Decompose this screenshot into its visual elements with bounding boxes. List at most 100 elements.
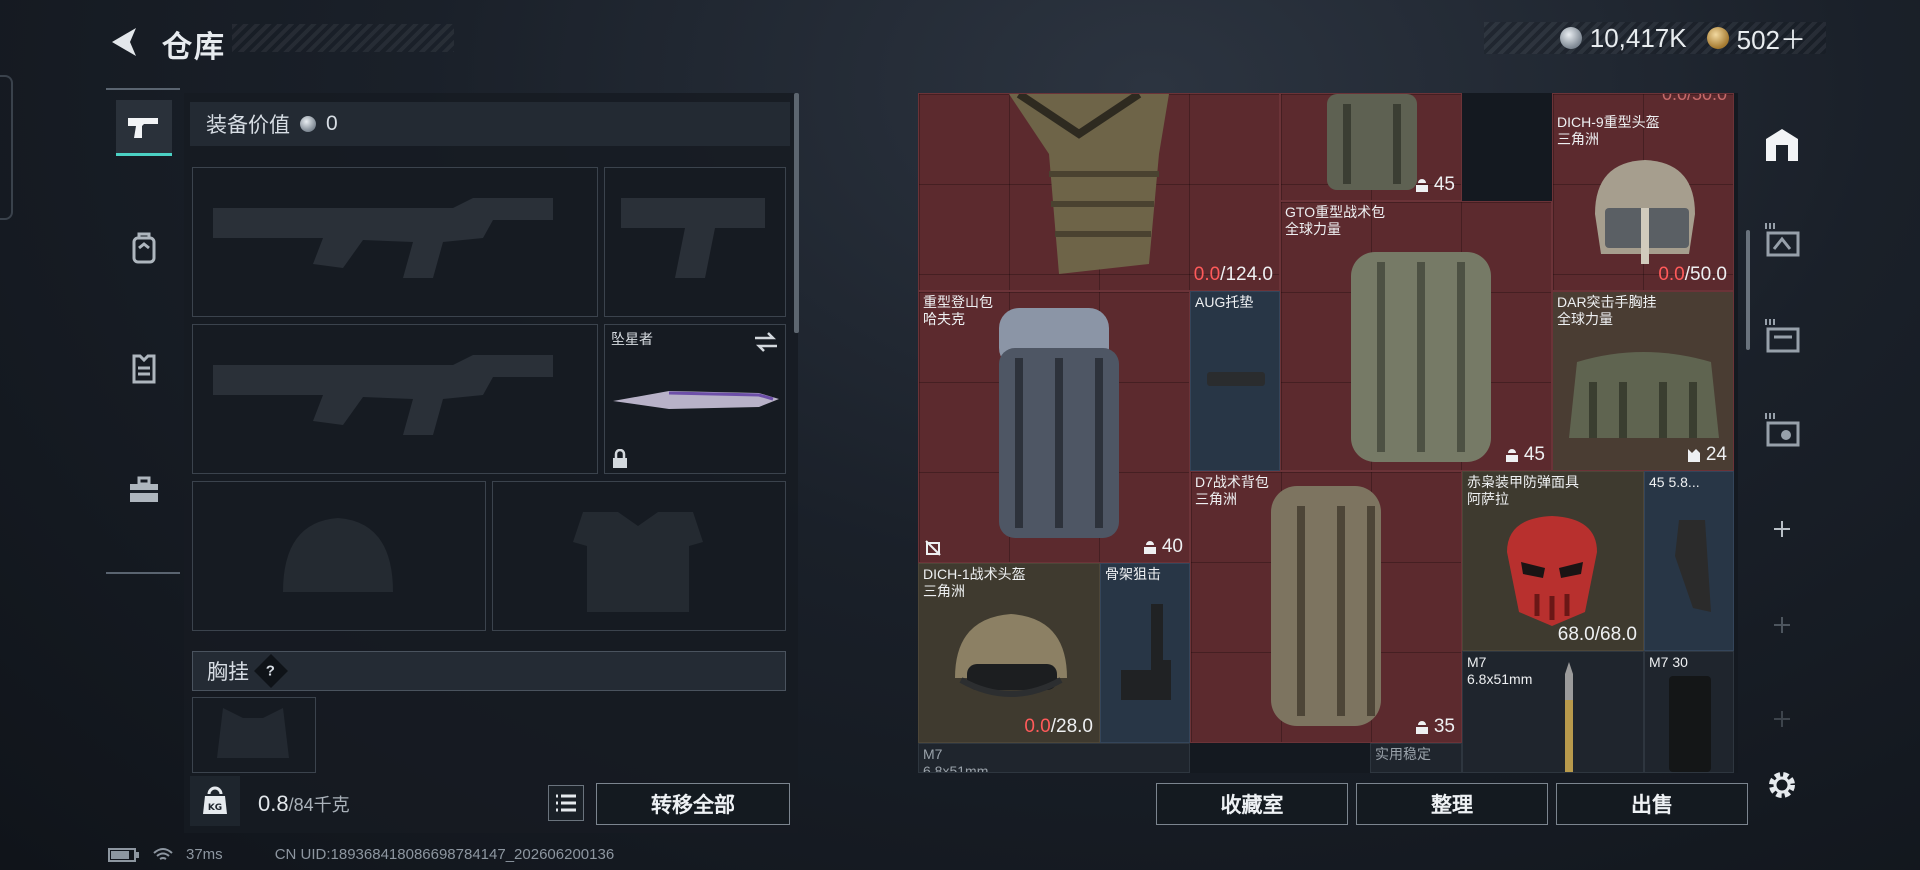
storage-item-45-mag[interactable]: 45 5.8... [1644, 471, 1734, 651]
add-page-button-3[interactable] [1758, 695, 1806, 743]
storage-item-red-mask[interactable]: 赤枭装甲防弹面具 阿萨拉 68.0/68.0 [1462, 471, 1644, 651]
storage-item-sniper-stock[interactable]: 骨架狙击 [1100, 563, 1190, 743]
storage-scrollbar[interactable] [1746, 230, 1750, 350]
mountain-pack-icon [999, 308, 1119, 538]
ping-readout: 37ms [186, 846, 223, 863]
list-icon [556, 794, 576, 812]
stock-icon [1121, 604, 1171, 700]
armor-item-icon [1009, 94, 1169, 274]
melee-label: 坠星者 [611, 331, 653, 347]
storage-item-dich1-helmet[interactable]: DICH-1战术头盔 三角洲 0.0/28.0 [918, 563, 1100, 743]
primary-weapon-slot[interactable] [192, 167, 598, 317]
equipment-value-bar: 装备价值 0 [190, 102, 790, 146]
rifle-silhouette-icon [213, 198, 553, 278]
settings-button[interactable] [1758, 761, 1806, 809]
storage-grid: 0.0/124.0 45 0.0/50.0 DICH-9重型头盔 三角洲 0.0… [918, 93, 1738, 773]
tab-gear[interactable] [116, 220, 172, 276]
rig-capacity-icon [1687, 449, 1700, 462]
storage-item-mountain-pack[interactable]: 重型登山包 哈夫克 40 [918, 291, 1190, 563]
tab-weapons[interactable] [116, 100, 172, 156]
storage-home-tab[interactable] [1758, 121, 1806, 169]
storage-pages-nav [1752, 93, 1812, 833]
melee-slot[interactable]: 坠星者 [604, 324, 786, 474]
armor-slot[interactable] [492, 481, 786, 631]
storage-page-1-tab[interactable] [1758, 215, 1806, 263]
pistol-icon [128, 117, 158, 138]
item-name: M7 6.8x51mm [923, 746, 989, 773]
category-rail [106, 88, 180, 574]
silver-amount: 10,417K [1589, 22, 1687, 53]
secondary-weapon-slot[interactable] [192, 324, 598, 474]
storage-item-aug-pad[interactable]: AUG托垫 [1190, 291, 1280, 471]
partial-durability-readout: 0.0/50.0 [1661, 93, 1727, 104]
storage-item-armor[interactable]: 0.0/124.0 [918, 93, 1280, 291]
storage-item-gto-bag[interactable]: GTO重型战术包 全球力量 45 [1280, 201, 1552, 471]
helmet-slot[interactable] [192, 481, 486, 631]
heavy-helmet-icon [1595, 160, 1695, 264]
tab-armor[interactable] [116, 340, 172, 396]
durability-readout: 0.0/50.0 [1658, 264, 1727, 285]
storage-item-m7-ammo[interactable]: M7 6.8x51mm [1462, 651, 1644, 773]
gold-amount[interactable]: 502＋ [1737, 20, 1806, 57]
heavy-backpack-icon [1351, 252, 1491, 462]
pistol-slot[interactable] [604, 167, 786, 317]
gear-icon [1769, 772, 1795, 798]
durability-readout: 0.0/28.0 [1024, 716, 1093, 737]
lock-icon [613, 449, 627, 468]
item-name: M7 6.8x51mm [1467, 654, 1533, 687]
page-title: 仓库 [162, 31, 226, 64]
capacity-readout: 40 [1142, 536, 1183, 558]
storage-item-stabilizer-partial[interactable]: 实用稳定 [1370, 743, 1462, 773]
item-name: DAR突击手胸挂 全球力量 [1557, 294, 1657, 327]
storage-page-2-tab[interactable] [1758, 311, 1806, 359]
list-view-button[interactable] [548, 785, 584, 821]
durability-readout: 68.0/68.0 [1557, 624, 1637, 645]
swap-icon[interactable] [753, 331, 779, 353]
storage-item-m7-mag[interactable]: M7 30 [1644, 651, 1734, 773]
svg-text:KG: KG [208, 803, 222, 813]
chest-rig-silhouette-icon [217, 708, 289, 758]
title-stripe [232, 24, 454, 52]
equip-value-label: 装备价值 [206, 114, 290, 137]
storage-item-m7-partial[interactable]: M7 6.8x51mm [918, 743, 1190, 773]
item-name: AUG托垫 [1195, 294, 1254, 310]
capacity-readout: 45 [1504, 444, 1545, 466]
item-name: 赤枭装甲防弹面具 阿萨拉 [1467, 474, 1579, 507]
storage-page-3-tab[interactable] [1758, 405, 1806, 453]
weight-current: 0.8 [258, 791, 289, 816]
add-page-button[interactable] [1758, 505, 1806, 553]
storage-item-dich9-helmet[interactable]: 0.0/50.0 DICH-9重型头盔 三角洲 0.0/50.0 [1552, 93, 1734, 291]
magazine-icon [1675, 520, 1711, 612]
chest-rig-slot[interactable] [192, 697, 316, 773]
item-name: D7战术背包 三角洲 [1195, 474, 1269, 507]
capacity-readout: 45 [1414, 174, 1455, 196]
storage-item-dar-rig[interactable]: DAR突击手胸挂 全球力量 24 [1552, 291, 1734, 471]
transfer-all-button[interactable]: 转移全部 [596, 783, 790, 825]
gold-coin-icon [1706, 27, 1729, 49]
help-icon[interactable]: ? [254, 654, 288, 688]
sort-button[interactable]: 整理 [1356, 783, 1548, 825]
item-name: 骨架狙击 [1105, 566, 1161, 582]
storage-item-bag[interactable]: 45 [1280, 93, 1462, 201]
tactical-helmet-icon [955, 614, 1067, 697]
item-name: DICH-1战术头盔 三角洲 [923, 566, 1026, 599]
weight-icon: KG [190, 776, 240, 826]
item-name: 实用稳定 [1375, 746, 1431, 762]
buttpad-icon [1207, 372, 1265, 386]
tactical-backpack-icon [1271, 486, 1381, 726]
tab-tools[interactable] [116, 462, 172, 518]
helmet-silhouette-icon [283, 518, 393, 592]
storage-item-d7-pack[interactable]: D7战术背包 三角洲 35 [1190, 471, 1462, 743]
rifle-silhouette-icon [213, 355, 553, 435]
loadout-scrollbar[interactable] [794, 93, 799, 333]
sell-button[interactable]: 出售 [1556, 783, 1748, 825]
backpack-item-icon [1327, 94, 1417, 190]
vault-button[interactable]: 收藏室 [1156, 783, 1348, 825]
capacity-readout: 35 [1414, 716, 1455, 738]
chest-rig-header: 胸挂 ? [192, 651, 786, 691]
add-page-button-2[interactable] [1758, 601, 1806, 649]
back-arrow-icon[interactable] [104, 22, 144, 62]
silver-coin-icon [1559, 27, 1582, 49]
armored-mask-icon [1507, 516, 1597, 626]
side-drawer-handle[interactable] [0, 75, 13, 220]
